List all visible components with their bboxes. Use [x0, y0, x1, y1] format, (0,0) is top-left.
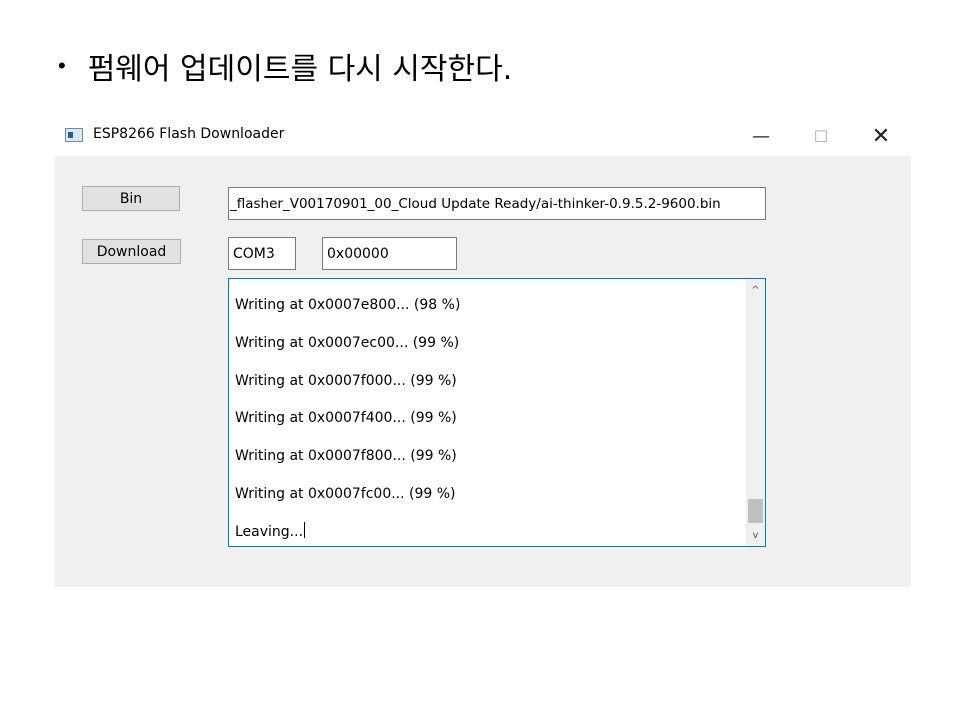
title-bar[interactable]: ESP8266 Flash Downloader — ☐ ✕ [55, 116, 911, 156]
bullet-dot: • [58, 53, 66, 78]
log-line: Writing at 0x0007fc00... (99 %) [235, 485, 456, 502]
scroll-thumb[interactable] [748, 499, 763, 523]
flash-downloader-window: ESP8266 Flash Downloader — ☐ ✕ Bin _flas… [55, 116, 911, 587]
log-line: Writing at 0x0007f800... (99 %) [235, 448, 457, 465]
minimize-button[interactable]: — [738, 116, 784, 156]
slide-bullet-text: 펌웨어 업데이트를 다시 시작한다. [87, 52, 513, 87]
com-port-field[interactable]: COM3 [228, 237, 296, 270]
log-line: Writing at 0x0007f000... (99 %) [235, 372, 457, 389]
window-title: ESP8266 Flash Downloader [93, 126, 285, 142]
log-output[interactable]: Writing at 0x0007e800... (98 %) Writing … [228, 278, 766, 547]
bin-path-field[interactable]: _flasher_V00170901_00_Cloud Update Ready… [228, 187, 766, 220]
log-scrollbar[interactable]: ^ v [746, 279, 765, 546]
text-caret [304, 521, 306, 538]
close-button[interactable]: ✕ [858, 116, 904, 156]
address-field[interactable]: 0x00000 [322, 237, 457, 270]
log-line: Writing at 0x0007ec00... (99 %) [235, 334, 460, 351]
log-lines: Writing at 0x0007e800... (98 %) Writing … [235, 295, 735, 546]
scroll-up-icon[interactable]: ^ [746, 281, 765, 299]
download-button[interactable]: Download [82, 239, 181, 264]
log-line-text: Leaving... [235, 523, 304, 540]
bin-button[interactable]: Bin [82, 186, 180, 211]
maximize-button[interactable]: ☐ [798, 116, 844, 156]
slide-bullet: • 펌웨어 업데이트를 다시 시작한다. [58, 44, 512, 88]
log-line-last: Leaving... [235, 521, 735, 546]
app-icon [65, 128, 83, 142]
scroll-down-icon[interactable]: v [746, 526, 765, 544]
log-line: Writing at 0x0007f400... (99 %) [235, 410, 457, 427]
log-line: Writing at 0x0007e800... (98 %) [235, 297, 461, 313]
